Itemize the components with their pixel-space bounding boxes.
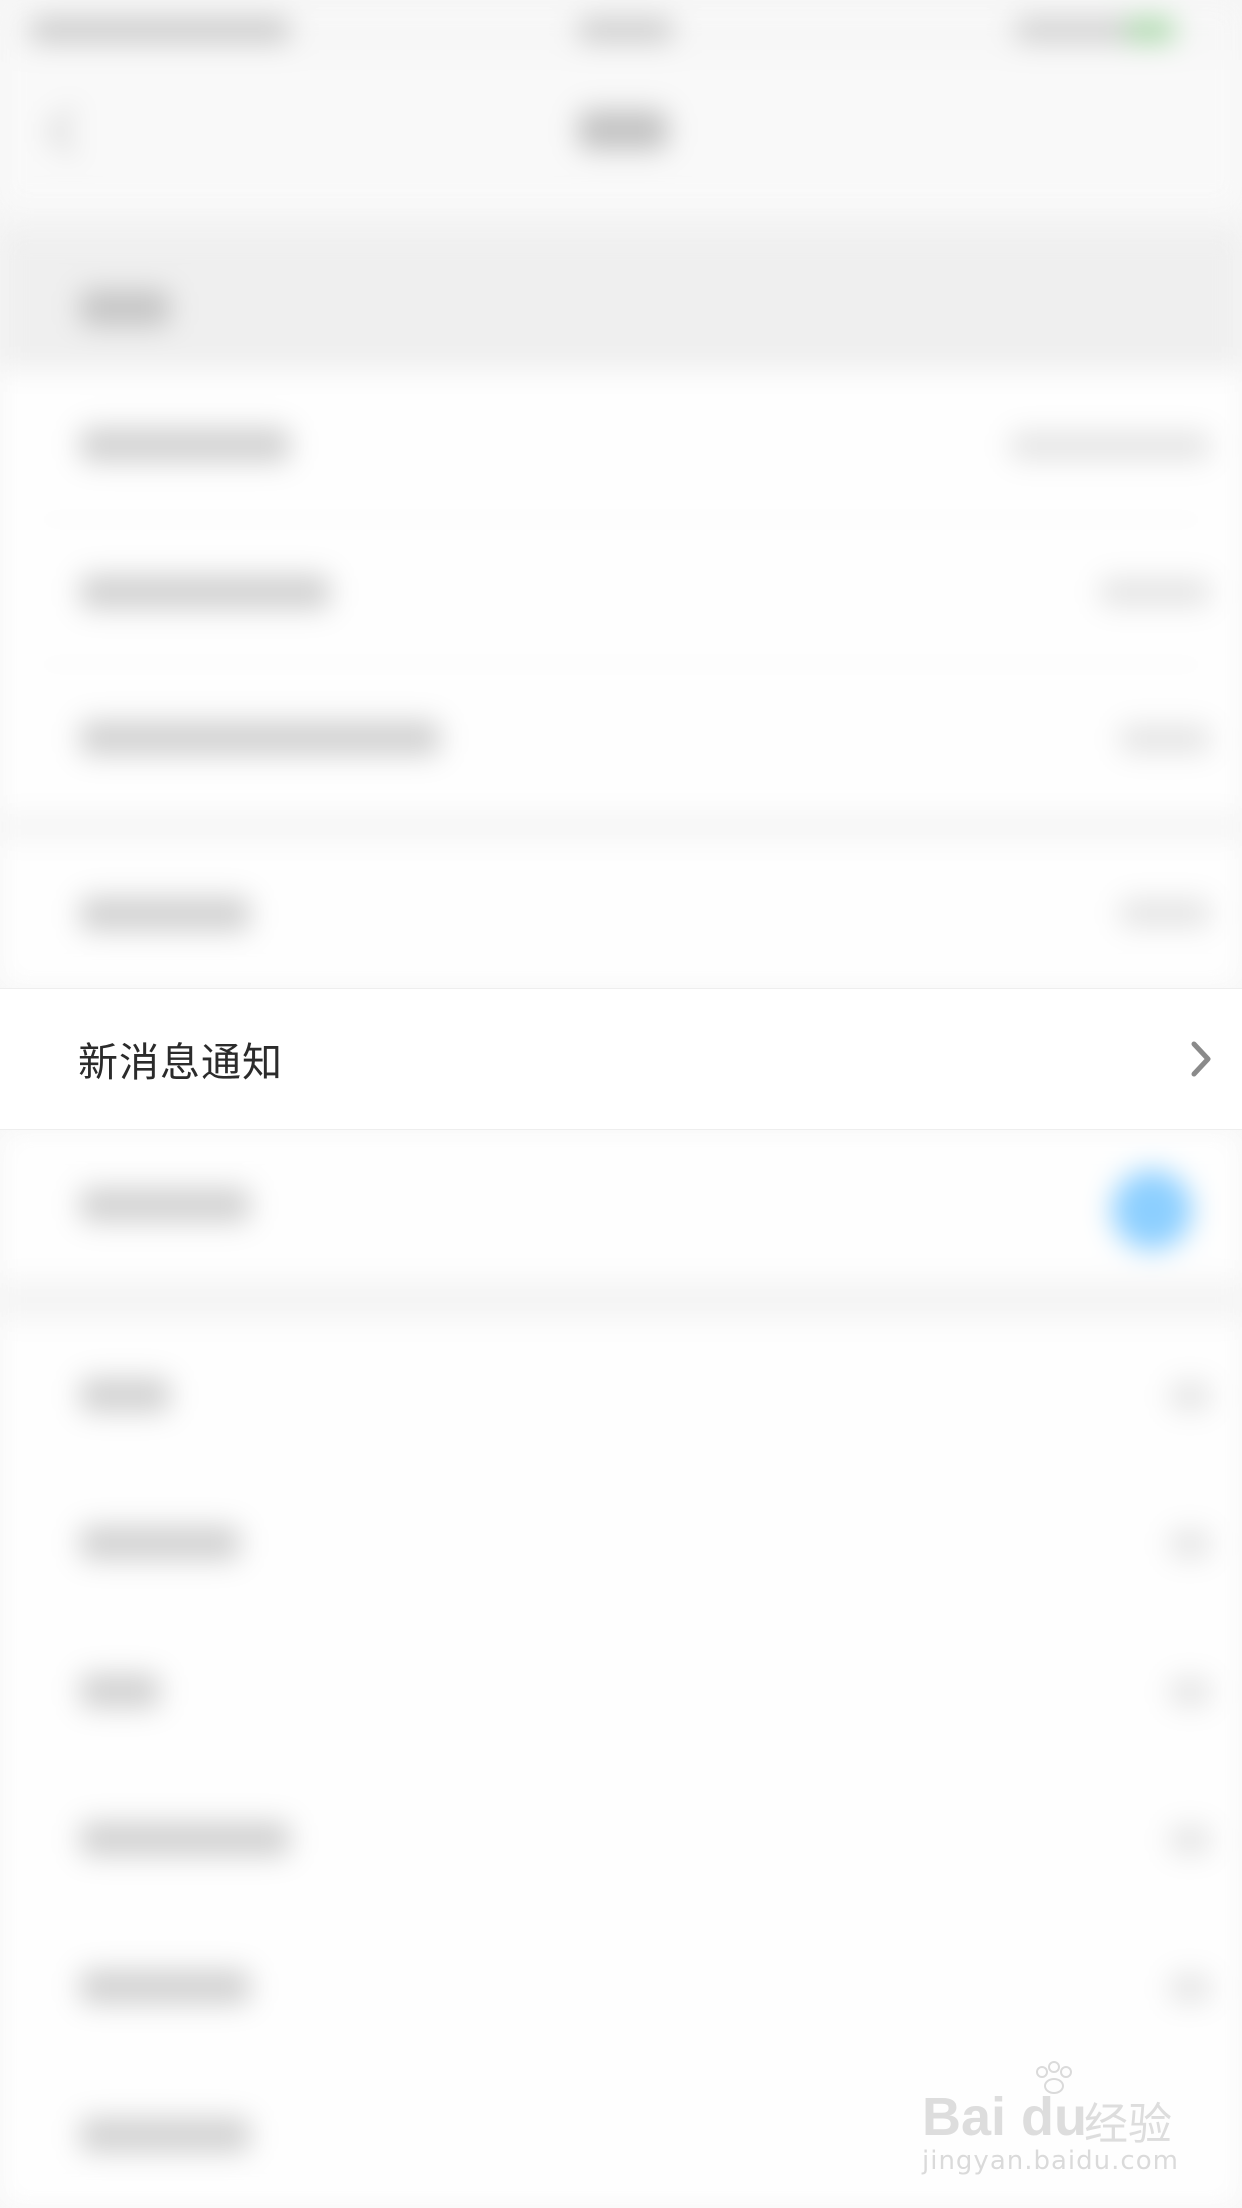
phone-screen: 新消息通知 Bai du 经验 jingyan.baidu.com: [0, 0, 1242, 2208]
row-value-blurred: [1100, 578, 1210, 606]
section-header-blurred: [0, 230, 1242, 370]
watermark-url: jingyan.baidu.com: [922, 2146, 1179, 2176]
settings-row-4-blurred[interactable]: [0, 839, 1242, 988]
row-label-blurred: [80, 428, 290, 462]
row-label-blurred: [80, 721, 440, 755]
row-value-blurred: [1120, 725, 1210, 753]
settings-row-2-blurred[interactable]: [0, 520, 1242, 665]
back-icon[interactable]: [48, 108, 95, 155]
row-label-blurred: [80, 897, 250, 931]
chevron-right-icon: [1191, 1041, 1211, 1077]
settings-row-toggle-blurred[interactable]: [0, 1130, 1242, 1280]
section-gap: [0, 815, 1242, 839]
settings-row-9-blurred[interactable]: [0, 1912, 1242, 2060]
row-label-blurred: [80, 1822, 290, 1856]
row-value-blurred: [1170, 1826, 1210, 1854]
row-label-blurred: [80, 1674, 160, 1708]
settings-row-7-blurred[interactable]: [0, 1616, 1242, 1764]
nav-title-blurred: [578, 110, 668, 150]
settings-row-8-blurred[interactable]: [0, 1764, 1242, 1912]
watermark-brand: Bai du: [922, 2087, 1088, 2147]
section-header-text-blurred: [80, 290, 170, 326]
status-time-blurred: [578, 18, 673, 42]
row-value-blurred: [1120, 899, 1210, 927]
status-bar: [0, 0, 1242, 60]
watermark-brand-suffix: 经验: [1084, 2100, 1172, 2149]
row-label-blurred: [80, 2118, 250, 2152]
row-value-blurred: [1010, 432, 1210, 460]
row-label-blurred: [80, 1526, 240, 1560]
row-label-blurred: [80, 1970, 250, 2004]
row-label-blurred: [80, 1378, 170, 1412]
row-value-blurred: [1170, 1974, 1210, 2002]
navigation-bar: [0, 60, 1242, 210]
watermark: Bai du 经验 jingyan.baidu.com: [922, 2061, 1178, 2190]
settings-row-5-blurred[interactable]: [0, 1320, 1242, 1468]
section-gap: [0, 1280, 1242, 1320]
row-label-blurred: [80, 575, 330, 609]
settings-row-6-blurred[interactable]: [0, 1468, 1242, 1616]
new-message-notification-label: 新消息通知: [78, 1040, 283, 1086]
row-value-blurred: [1170, 1530, 1210, 1558]
status-carrier-blurred: [30, 18, 290, 42]
new-message-notification-row[interactable]: 新消息通知: [0, 988, 1242, 1130]
settings-row-3-blurred[interactable]: [0, 665, 1242, 815]
row-value-blurred: [1170, 1382, 1210, 1410]
settings-row-1-blurred[interactable]: [0, 370, 1242, 520]
row-label-blurred: [80, 1188, 250, 1222]
row-value-blurred: [1170, 1678, 1210, 1706]
status-battery-blurred: [1015, 18, 1175, 42]
toggle-switch-blurred[interactable]: [1112, 1170, 1192, 1250]
